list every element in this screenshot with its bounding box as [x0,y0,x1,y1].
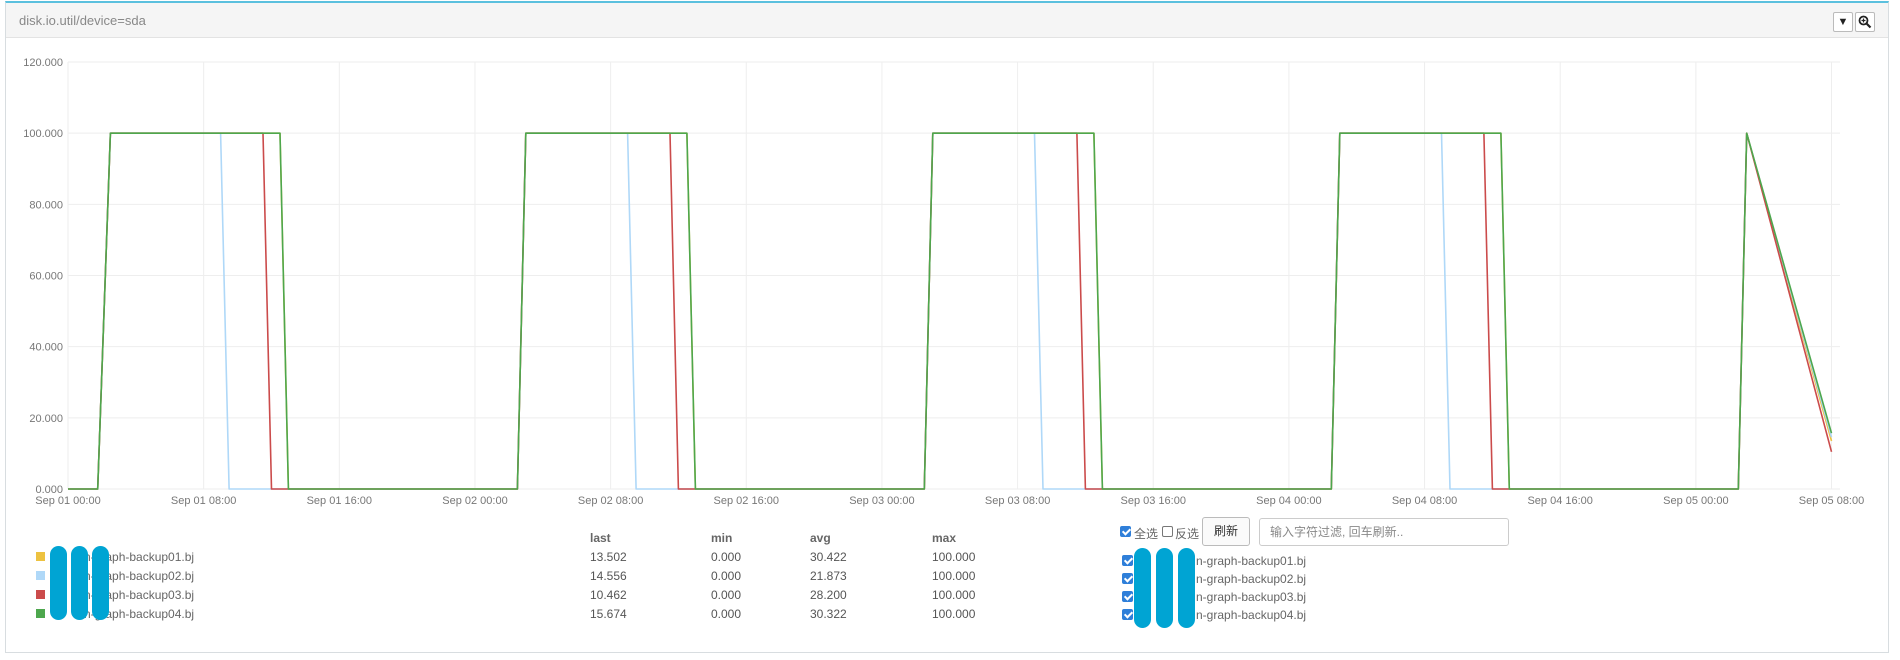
series-line-2 [68,132,1833,490]
series-layer [68,132,1833,490]
legend-max: 100.000 [932,607,976,621]
legend-last: 15.674 [590,607,627,621]
series-checkbox[interactable] [1122,555,1133,566]
redaction-mark [1156,548,1173,628]
series-swatch [36,571,45,580]
x-tick-label: Sep 02 08:00 [578,495,643,507]
invert-label: 反选 [1175,527,1200,541]
x-tick-label: Sep 05 00:00 [1663,495,1728,507]
refresh-button[interactable]: 刷新 [1202,517,1250,546]
x-tick-label: Sep 05 08:00 [1799,495,1864,507]
legend-last: 14.556 [590,569,627,583]
filter-series-name: n-graph-backup04.bj [1196,608,1307,622]
legend-avg: 30.322 [810,607,847,621]
series-line-4 [68,132,1833,490]
series-checkbox[interactable] [1122,573,1133,584]
y-tick-label: 40.000 [29,342,63,354]
y-tick-label: 60.000 [29,271,63,283]
filter-series-name: n-graph-backup02.bj [1196,572,1307,586]
legend-row: n-graph-backup01.bj 13.502 0.000 30.422 … [36,548,1056,566]
y-tick-label: 80.000 [29,199,63,211]
filter-series-name: n-graph-backup01.bj [1196,554,1307,568]
x-tick-label: Sep 01 08:00 [171,495,236,507]
filter-input[interactable] [1259,518,1509,546]
x-tick-label: Sep 04 00:00 [1256,495,1321,507]
x-tick-label: Sep 02 16:00 [714,495,779,507]
legend-col-avg: avg [810,531,831,545]
series-swatch [36,609,45,618]
redaction-mark [50,546,67,620]
axis-layer: 0.00020.00040.00060.00080.000100.000120.… [23,57,1864,507]
redaction-mark [92,546,109,620]
legend-min: 0.000 [711,607,742,621]
x-tick-label: Sep 03 08:00 [985,495,1050,507]
x-tick-label: Sep 04 08:00 [1392,495,1457,507]
legend-col-max: max [932,531,957,545]
legend-last: 10.462 [590,588,627,602]
select-all-label: 全选 [1134,527,1159,541]
legend-last: 13.502 [590,550,627,564]
y-tick-label: 120.000 [23,57,63,69]
legend-avg: 30.422 [810,550,847,564]
legend-row: n-graph-backup03.bj 10.462 0.000 28.200 … [36,586,1056,604]
x-tick-label: Sep 03 16:00 [1121,495,1186,507]
x-tick-label: Sep 04 16:00 [1527,495,1592,507]
redaction-mark [1134,548,1151,628]
select-all-checkbox[interactable] [1120,526,1131,537]
legend-min: 0.000 [711,588,742,602]
redaction-mark [1178,548,1195,628]
x-tick-label: Sep 03 00:00 [849,495,914,507]
legend-avg: 28.200 [810,588,847,602]
x-tick-label: Sep 02 00:00 [442,495,507,507]
series-line-1 [68,132,1833,490]
redaction-mark [71,546,88,620]
legend-col-min: min [711,531,733,545]
legend-row: n-graph-backup04.bj 15.674 0.000 30.322 … [36,605,1056,623]
legend-max: 100.000 [932,588,976,602]
legend-row: n-graph-backup02.bj 14.556 0.000 21.873 … [36,567,1056,585]
legend-max: 100.000 [932,550,976,564]
legend-col-last: last [590,531,611,545]
series-checkbox[interactable] [1122,591,1133,602]
series-swatch [36,552,45,561]
legend-avg: 21.873 [810,569,847,583]
legend-min: 0.000 [711,550,742,564]
grid-layer [67,61,1840,490]
x-tick-label: Sep 01 00:00 [35,495,100,507]
series-swatch [36,590,45,599]
invert-checkbox[interactable] [1162,526,1173,537]
line-chart: 0.00020.00040.00060.00080.000100.000120.… [23,57,1864,507]
series-checkbox[interactable] [1122,609,1133,620]
y-tick-label: 20.000 [29,413,63,425]
y-tick-label: 100.000 [23,128,63,140]
x-tick-label: Sep 01 16:00 [307,495,372,507]
filter-series-name: n-graph-backup03.bj [1196,590,1307,604]
legend-min: 0.000 [711,569,742,583]
legend-max: 100.000 [932,569,976,583]
series-line-3 [68,132,1833,490]
